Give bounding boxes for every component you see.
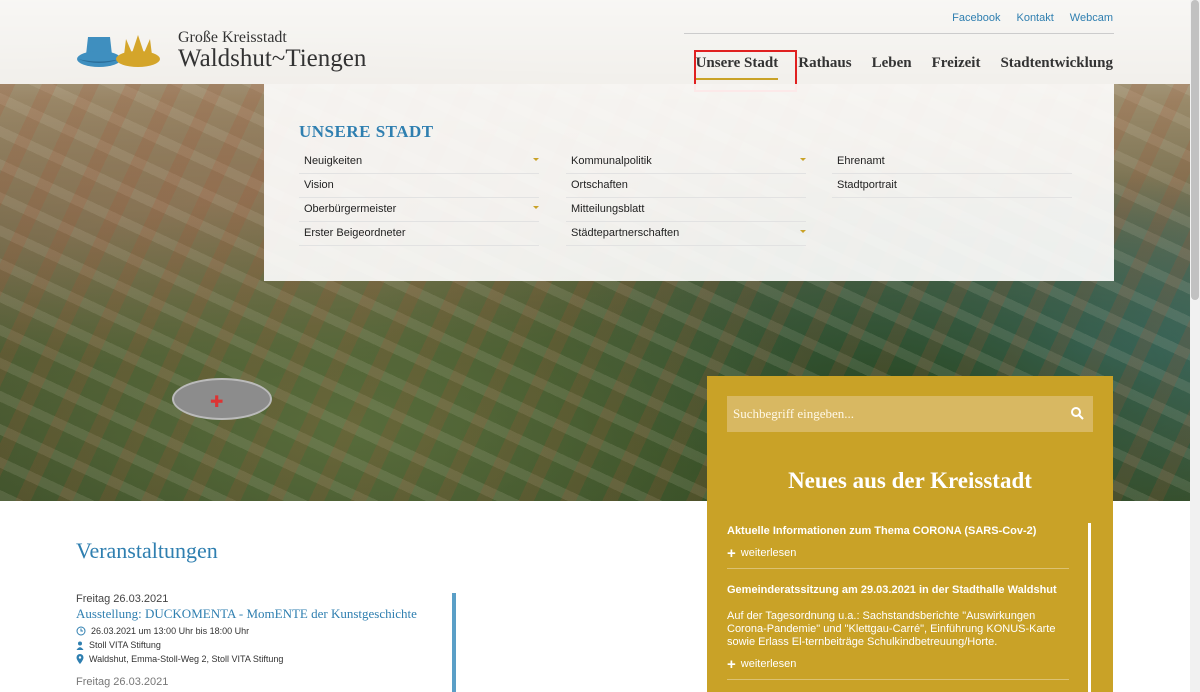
news-item-title[interactable]: Gemeinderatssitzung am 29.03.2021 in der… <box>727 583 1069 597</box>
facebook-link[interactable]: Facebook <box>952 12 1000 24</box>
menu-item-erster-beigeordneter[interactable]: Erster Beigeordneter <box>299 222 539 246</box>
plus-icon: + <box>727 544 736 562</box>
menu-item-mitteilungsblatt[interactable]: Mitteilungsblatt <box>566 198 806 222</box>
event-date: Freitag 26.03.2021 <box>76 593 169 605</box>
read-more-link[interactable]: + weiterlesen <box>727 655 1069 673</box>
mega-column-3: Ehrenamt Stadtportrait <box>832 150 1072 198</box>
menu-item-label: Vision <box>304 179 334 191</box>
menu-item-neuigkeiten[interactable]: Neuigkeiten <box>299 150 539 174</box>
event-location: Waldshut, Emma-Stoll-Weg 2, Stoll VITA S… <box>76 654 456 664</box>
event-time: 26.03.2021 um 13:00 Uhr bis 18:00 Uhr <box>76 626 456 636</box>
menu-item-oberbuergermeister[interactable]: Oberbürgermeister <box>299 198 539 222</box>
nav-stadtentwicklung[interactable]: Stadtentwicklung <box>1000 55 1113 80</box>
menu-item-ortschaften[interactable]: Ortschaften <box>566 174 806 198</box>
news-item-text: Auf der Tagesordnung u.a.: Sachstandsber… <box>727 610 1056 648</box>
search-box <box>727 396 1093 432</box>
read-more-label: weiterlesen <box>740 658 797 670</box>
nav-leben[interactable]: Leben <box>872 55 912 80</box>
caret-down-icon <box>533 206 539 209</box>
menu-item-label: Kommunalpolitik <box>571 155 652 167</box>
news-item: Aktuelle Informationen zum Thema CORONA … <box>727 524 1069 569</box>
read-more-label: weiterlesen <box>740 547 797 559</box>
news-heading: Neues aus der Kreisstadt <box>788 468 1032 493</box>
logo-text: Große Kreisstadt Waldshut~Tiengen <box>178 30 366 72</box>
mega-menu-title: UNSERE STADT <box>299 122 434 141</box>
top-links: Facebook Kontakt Webcam <box>952 12 1113 24</box>
logo-line-2: Waldshut~Tiengen <box>178 45 367 72</box>
caret-down-icon <box>533 158 539 161</box>
news-item: Gemeinderatssitzung am 29.03.2021 in der… <box>727 583 1069 680</box>
plus-icon: + <box>727 655 736 673</box>
menu-item-label: Städtepartnerschaften <box>571 227 680 239</box>
news-item-title[interactable]: Aktuelle Informationen zum Thema CORONA … <box>727 524 1069 538</box>
site-header: Facebook Kontakt Webcam Große Kreisstadt… <box>0 0 1190 84</box>
kontakt-link[interactable]: Kontakt <box>1016 12 1053 24</box>
mega-menu: UNSERE STADT Neuigkeiten Vision Oberbürg… <box>264 84 1114 281</box>
news-list: Aktuelle Informationen zum Thema CORONA … <box>727 524 1069 692</box>
site-logo[interactable]: Große Kreisstadt Waldshut~Tiengen <box>76 30 366 72</box>
person-icon <box>76 641 84 650</box>
news-panel: Neues aus der Kreisstadt Aktuelle Inform… <box>707 376 1113 692</box>
nav-freizeit[interactable]: Freizeit <box>932 55 981 80</box>
event-date: Freitag 26.03.2021 <box>76 676 169 688</box>
event-organizer: Stoll VITA Stiftung <box>76 640 456 650</box>
menu-item-vision[interactable]: Vision <box>299 174 539 198</box>
event-time-text: 26.03.2021 um 13:00 Uhr bis 18:00 Uhr <box>91 626 250 636</box>
clock-icon <box>76 626 86 636</box>
page-scrollbar-thumb[interactable] <box>1191 0 1199 300</box>
menu-item-label: Ehrenamt <box>837 155 885 167</box>
menu-item-staedtepartnerschaften[interactable]: Städtepartnerschaften <box>566 222 806 246</box>
menu-item-label: Ortschaften <box>571 179 628 191</box>
menu-item-ehrenamt[interactable]: Ehrenamt <box>832 150 1072 174</box>
menu-item-stadtportrait[interactable]: Stadtportrait <box>832 174 1072 198</box>
page-scrollbar[interactable] <box>1190 0 1200 692</box>
event-location-text: Waldshut, Emma-Stoll-Weg 2, Stoll VITA S… <box>89 654 284 664</box>
events-scrollbar[interactable] <box>452 593 456 692</box>
webcam-link[interactable]: Webcam <box>1070 12 1113 24</box>
news-scrollbar[interactable] <box>1088 523 1091 692</box>
read-more-link[interactable]: + weiterlesen <box>727 544 1069 562</box>
location-pin-icon <box>76 654 84 664</box>
hat-icon <box>77 35 160 67</box>
mega-column-1: Neuigkeiten Vision Oberbürgermeister Ers… <box>299 150 539 246</box>
nav-rathaus[interactable]: Rathaus <box>798 55 851 80</box>
menu-item-label: Erster Beigeordneter <box>304 227 406 239</box>
logo-line-1: Große Kreisstadt <box>178 29 287 46</box>
search-icon[interactable] <box>1063 396 1093 432</box>
menu-item-label: Mitteilungsblatt <box>571 203 645 215</box>
header-divider <box>684 33 1114 34</box>
helipad-cross-icon: ✚ <box>210 394 224 411</box>
menu-item-label: Stadtportrait <box>837 179 897 191</box>
menu-item-label: Oberbürgermeister <box>304 203 397 215</box>
events-heading: Veranstaltungen <box>76 538 218 563</box>
mega-column-2: Kommunalpolitik Ortschaften Mitteilungsb… <box>566 150 806 246</box>
caret-down-icon <box>800 230 806 233</box>
logo-emblem <box>76 31 166 71</box>
event-organizer-text: Stoll VITA Stiftung <box>89 640 161 650</box>
menu-item-kommunalpolitik[interactable]: Kommunalpolitik <box>566 150 806 174</box>
event-title-link[interactable]: Ausstellung: DUCKOMENTA - MomENTE der Ku… <box>76 606 456 622</box>
caret-down-icon <box>800 158 806 161</box>
events-list: Freitag 26.03.2021 Ausstellung: DUCKOMEN… <box>76 593 456 688</box>
menu-item-label: Neuigkeiten <box>304 155 363 167</box>
search-input[interactable] <box>727 396 1063 432</box>
